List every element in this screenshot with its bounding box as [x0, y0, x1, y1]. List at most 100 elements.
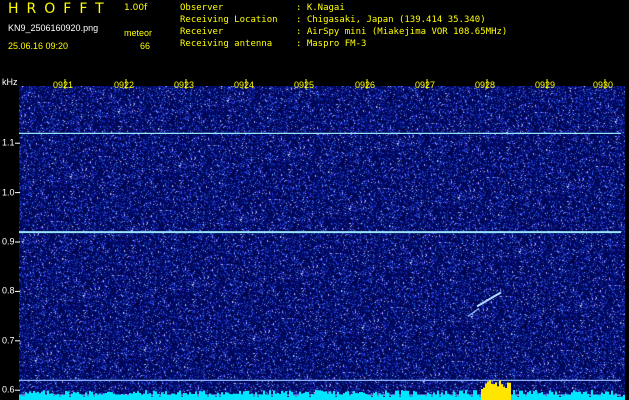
activity-bar: [447, 393, 449, 400]
activity-bar: [105, 392, 107, 400]
activity-bar: [497, 386, 499, 400]
antenna-value: : Maspro FM-3: [296, 39, 367, 49]
meteor-echo: [476, 291, 502, 308]
activity-bar: [159, 396, 161, 400]
activity-bar: [171, 393, 173, 400]
activity-bar: [357, 393, 359, 400]
receiver-value: : AirSpy mini (Miakejima VOR 108.65MHz): [296, 27, 508, 37]
activity-bar: [279, 394, 281, 400]
activity-bar: [395, 390, 397, 400]
activity-bar: [153, 390, 155, 400]
activity-bar: [483, 387, 485, 400]
activity-bar: [457, 396, 459, 400]
activity-bar: [49, 393, 51, 400]
activity-bar: [119, 395, 121, 400]
activity-bar: [451, 395, 453, 400]
activity-bar: [359, 392, 361, 400]
activity-bar: [417, 394, 419, 400]
activity-bar: [167, 395, 169, 400]
frequency-label: 0.6: [2, 384, 15, 395]
activity-bar: [241, 394, 243, 400]
activity-bar: [247, 390, 249, 400]
time-label: 0929: [534, 80, 556, 90]
antenna-key: Receiving antenna: [180, 39, 273, 49]
activity-bar: [615, 393, 617, 400]
activity-bar: [495, 382, 497, 400]
time-label: 0922: [113, 80, 135, 90]
activity-bar: [235, 393, 237, 400]
activity-bar: [251, 393, 253, 400]
activity-bar: [47, 390, 49, 400]
activity-bar: [403, 390, 405, 400]
activity-bar: [231, 394, 233, 400]
receiver-key: Receiver: [180, 27, 224, 37]
activity-bar: [427, 392, 429, 400]
activity-bar: [345, 391, 347, 400]
activity-bar: [147, 394, 149, 400]
activity-bar: [255, 392, 257, 400]
activity-bar: [165, 391, 167, 400]
activity-bar: [203, 390, 205, 400]
activity-bar: [485, 383, 487, 400]
activity-bar: [331, 393, 333, 400]
activity-bar: [453, 391, 455, 400]
activity-bar: [23, 396, 25, 400]
activity-bar: [329, 391, 331, 400]
activity-bar: [107, 391, 109, 400]
activity-bar: [571, 392, 573, 400]
meteor-echo-tail: [467, 307, 480, 317]
activity-bar: [115, 394, 117, 400]
activity-bar: [505, 388, 507, 400]
activity-bar: [281, 390, 283, 400]
location-key: Receiving Location: [180, 15, 278, 25]
activity-bar: [355, 393, 357, 400]
activity-bar: [43, 390, 45, 400]
activity-bar: [567, 394, 569, 400]
activity-bar: [563, 395, 565, 400]
activity-bar: [243, 391, 245, 400]
activity-bar: [219, 396, 221, 400]
activity-bar: [509, 382, 511, 400]
activity-bar: [71, 393, 73, 400]
activity-bar: [437, 390, 439, 400]
activity-bar: [367, 395, 369, 400]
activity-bar: [489, 380, 491, 400]
activity-bar: [379, 393, 381, 400]
activity-bar: [365, 393, 367, 400]
activity-bar: [139, 393, 141, 400]
activity-bar: [275, 393, 277, 400]
activity-bar: [229, 393, 231, 400]
activity-bar: [125, 395, 127, 400]
activity-bar: [529, 390, 531, 400]
activity-bar: [97, 395, 99, 400]
activity-bar: [81, 395, 83, 400]
activity-bar: [521, 390, 523, 400]
activity-bar: [191, 394, 193, 400]
activity-bar: [121, 394, 123, 400]
spectrogram-waterfall: kHz 0921 0922 0923 0924 0925 0926 0927 0928 0929…: [0, 73, 629, 400]
activity-bar: [259, 394, 261, 400]
activity-bar: [31, 392, 33, 400]
activity-bar: [491, 383, 493, 400]
activity-bar: [145, 390, 147, 400]
activity-bar: [183, 392, 185, 400]
activity-bar: [337, 391, 339, 400]
activity-bar: [179, 390, 181, 400]
activity-bar: [541, 392, 543, 400]
activity-bar: [73, 391, 75, 400]
activity-bar: [469, 395, 471, 400]
activity-bar: [19, 395, 21, 400]
activity-bar: [27, 393, 29, 400]
frequency-label: 0.7: [2, 335, 15, 346]
activity-bar: [577, 391, 579, 400]
activity-bar: [133, 391, 135, 400]
activity-bar: [515, 395, 517, 400]
activity-bar: [321, 390, 323, 400]
activity-bar: [523, 393, 525, 400]
activity-bar: [111, 392, 113, 400]
activity-bar: [193, 393, 195, 400]
meteor-count: 66: [140, 41, 151, 51]
activity-bar: [305, 391, 307, 400]
activity-bar: [463, 393, 465, 400]
time-label: 0923: [173, 80, 195, 90]
